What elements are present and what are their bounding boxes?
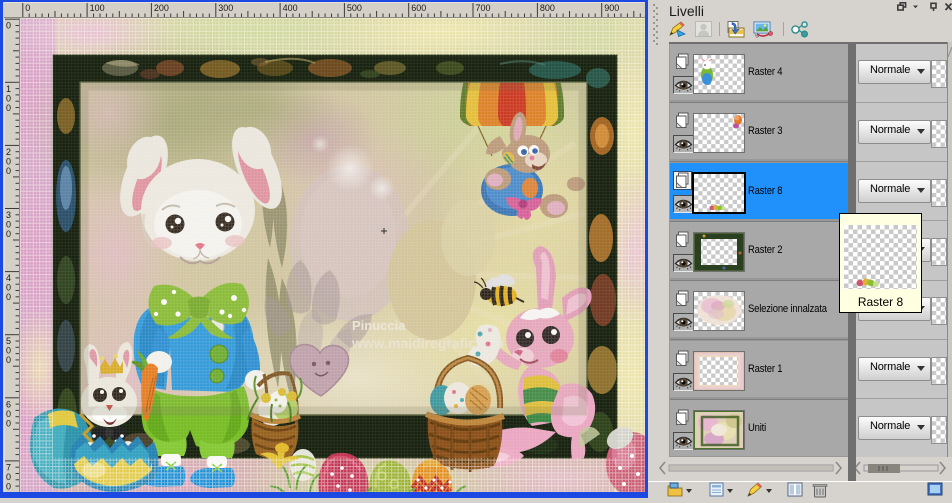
svg-text:6: 6	[6, 399, 11, 409]
svg-text:700: 700	[476, 3, 491, 13]
svg-text:0: 0	[6, 21, 11, 31]
svg-text:0: 0	[6, 409, 11, 419]
svg-text:0: 0	[6, 346, 11, 356]
svg-text:7: 7	[6, 462, 11, 472]
svg-text:0: 0	[6, 93, 11, 103]
svg-text:500: 500	[347, 3, 362, 13]
svg-text:300: 300	[218, 3, 233, 13]
svg-text:0: 0	[6, 220, 11, 230]
svg-text:900: 900	[604, 3, 619, 13]
svg-text:100: 100	[90, 3, 105, 13]
svg-text:600: 600	[411, 3, 426, 13]
svg-text:0: 0	[6, 103, 11, 113]
svg-text:800: 800	[540, 3, 555, 13]
svg-text:0: 0	[6, 156, 11, 166]
svg-text:0: 0	[6, 283, 11, 293]
svg-text:0: 0	[6, 229, 11, 239]
svg-text:0: 0	[6, 166, 11, 176]
svg-text:0: 0	[6, 418, 11, 428]
svg-text:400: 400	[283, 3, 298, 13]
svg-text:200: 200	[154, 3, 169, 13]
svg-text:0: 0	[25, 3, 30, 13]
svg-text:0: 0	[6, 481, 11, 491]
svg-text:0: 0	[6, 472, 11, 482]
svg-text:0: 0	[6, 292, 11, 302]
svg-text:5: 5	[6, 336, 11, 346]
svg-text:2: 2	[6, 147, 11, 157]
svg-text:0: 0	[6, 355, 11, 365]
svg-text:3: 3	[6, 210, 11, 220]
svg-text:1: 1	[6, 84, 11, 94]
svg-text:4: 4	[6, 273, 11, 283]
